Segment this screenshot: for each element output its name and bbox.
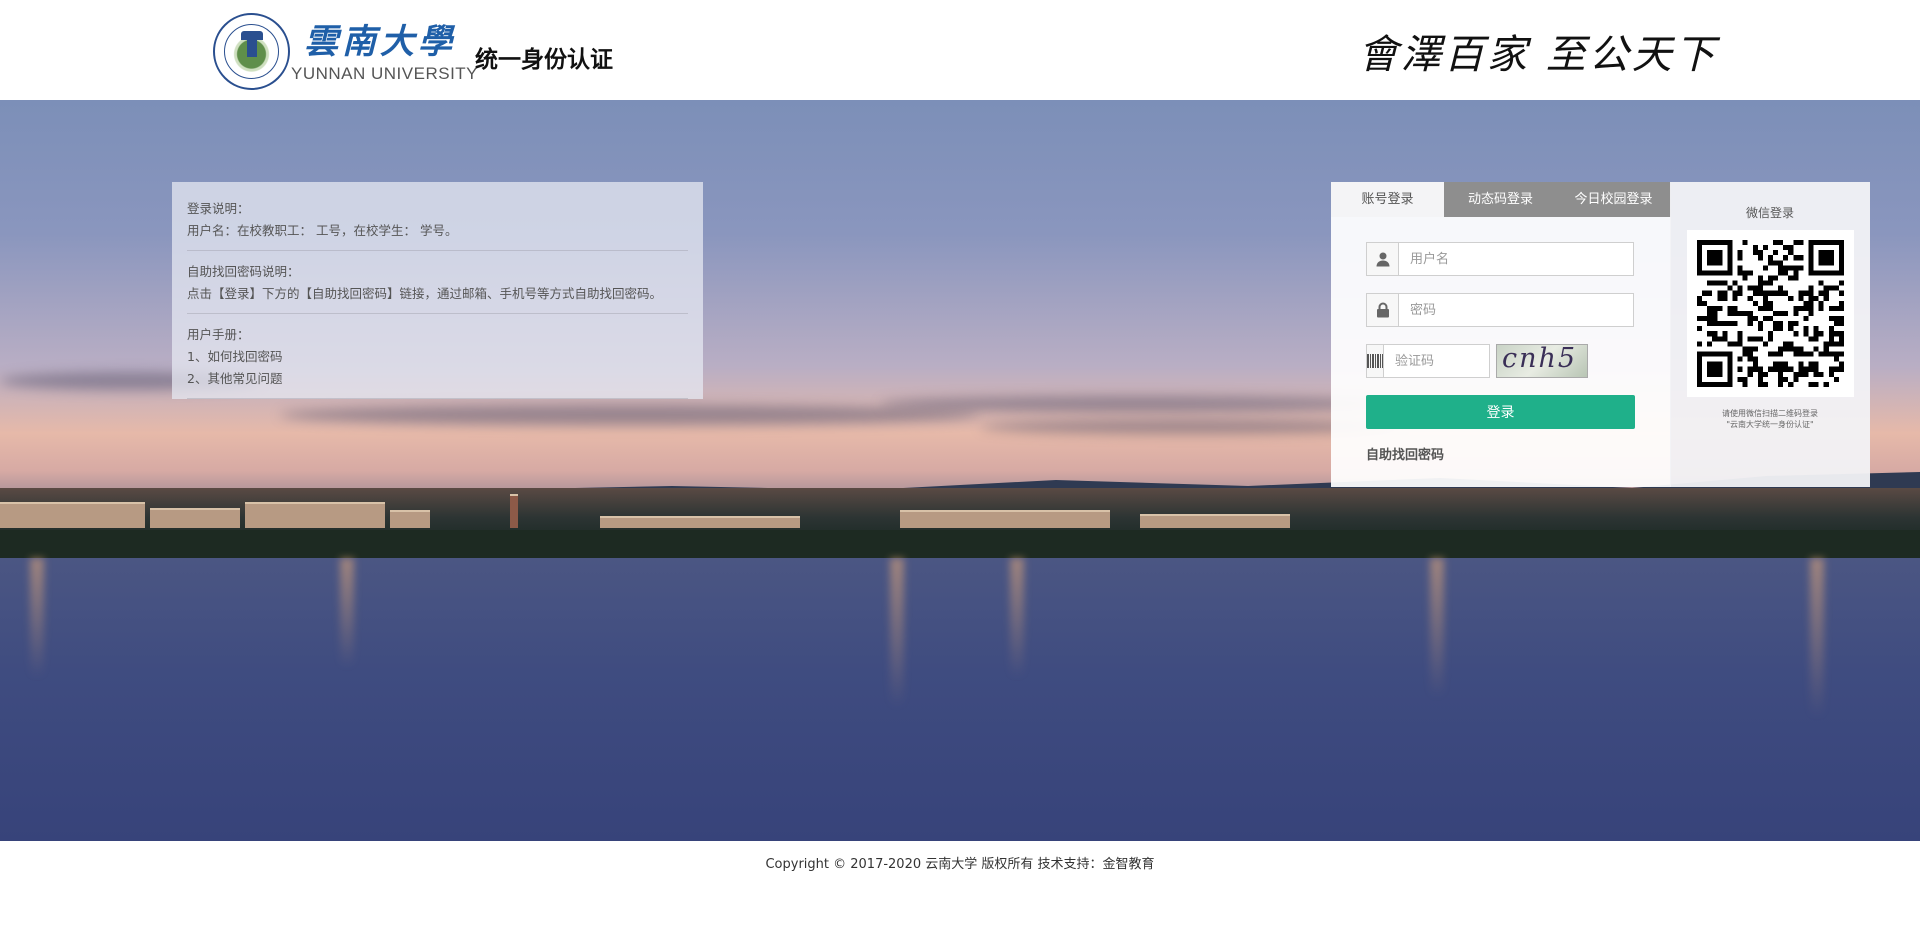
username-field (1366, 242, 1634, 276)
login-panel: 账号登录 动态码登录 今日校园登录 cnh5 登录 自助找回密码 (1331, 182, 1671, 487)
login-instructions-section: 登录说明： 用户名：在校教职工： 工号，在校学生： 学号。 (187, 196, 688, 251)
forgot-password-link[interactable]: 自助找回密码 (1366, 444, 1444, 463)
captcha-field (1366, 344, 1565, 378)
manual-link-recover-password[interactable]: 1、如何找回密码 (187, 346, 688, 368)
page-header: 雲南大學 YUNNAN UNIVERSITY 统一身份认证 會澤百家 至公天下 (0, 0, 1920, 100)
info-heading: 用户手册： (187, 327, 250, 342)
login-instructions-panel: 登录说明： 用户名：在校教职工： 工号，在校学生： 学号。 自助找回密码说明： … (172, 182, 703, 399)
username-input[interactable] (1399, 243, 1633, 275)
copyright-text: Copyright © 2017-2020 云南大学 版权所有 技术支持：金智教… (765, 857, 1155, 872)
manual-link-faq[interactable]: 2、其他常见问题 (187, 368, 688, 390)
login-button[interactable]: 登录 (1366, 395, 1635, 429)
info-text: 点击【登录】下方的【自助找回密码】链接，通过邮箱、手机号等方式自助找回密码。 (187, 286, 663, 301)
login-tabs: 账号登录 动态码登录 今日校园登录 (1331, 182, 1671, 217)
wechat-login-title: 微信登录 (1745, 206, 1794, 220)
user-icon (1367, 243, 1399, 275)
tab-campus-today-login[interactable]: 今日校园登录 (1557, 182, 1670, 217)
wechat-login-panel: 微信登录 请使用微信扫描二维码登录 "云南大学统一身份认证" (1670, 182, 1870, 487)
tab-dynamic-code-login[interactable]: 动态码登录 (1444, 182, 1557, 217)
lock-icon (1367, 294, 1399, 326)
info-text: 用户名：在校教职工： 工号，在校学生： 学号。 (187, 223, 458, 238)
logo-english-name: YUNNAN UNIVERSITY (291, 64, 479, 83)
captcha-image[interactable]: cnh5 (1496, 344, 1588, 378)
password-input[interactable] (1399, 294, 1633, 326)
university-seal-logo (213, 13, 290, 90)
barcode-icon (1367, 345, 1384, 377)
wechat-hint: 请使用微信扫描二维码登录 "云南大学统一身份认证" (1670, 408, 1870, 430)
user-manual-section: 用户手册： 1、如何找回密码 2、其他常见问题 (187, 322, 688, 399)
password-field (1366, 293, 1634, 327)
tab-account-login[interactable]: 账号登录 (1331, 182, 1444, 217)
wechat-hint-line-2: "云南大学统一身份认证" (1726, 420, 1814, 429)
info-heading: 登录说明： (187, 201, 250, 216)
wechat-hint-line-1: 请使用微信扫描二维码登录 (1722, 409, 1818, 418)
logo-chinese-name: 雲南大學 (304, 22, 456, 62)
qr-code-icon (1687, 230, 1854, 397)
password-recovery-instructions-section: 自助找回密码说明： 点击【登录】下方的【自助找回密码】链接，通过邮箱、手机号等方… (187, 259, 688, 314)
captcha-text: cnh5 (1502, 344, 1578, 374)
university-motto: 會澤百家 至公天下 (1358, 32, 1718, 78)
page-footer: Copyright © 2017-2020 云南大学 版权所有 技术支持：金智教… (0, 841, 1920, 926)
system-title: 统一身份认证 (475, 47, 613, 73)
info-heading: 自助找回密码说明： (187, 264, 300, 279)
